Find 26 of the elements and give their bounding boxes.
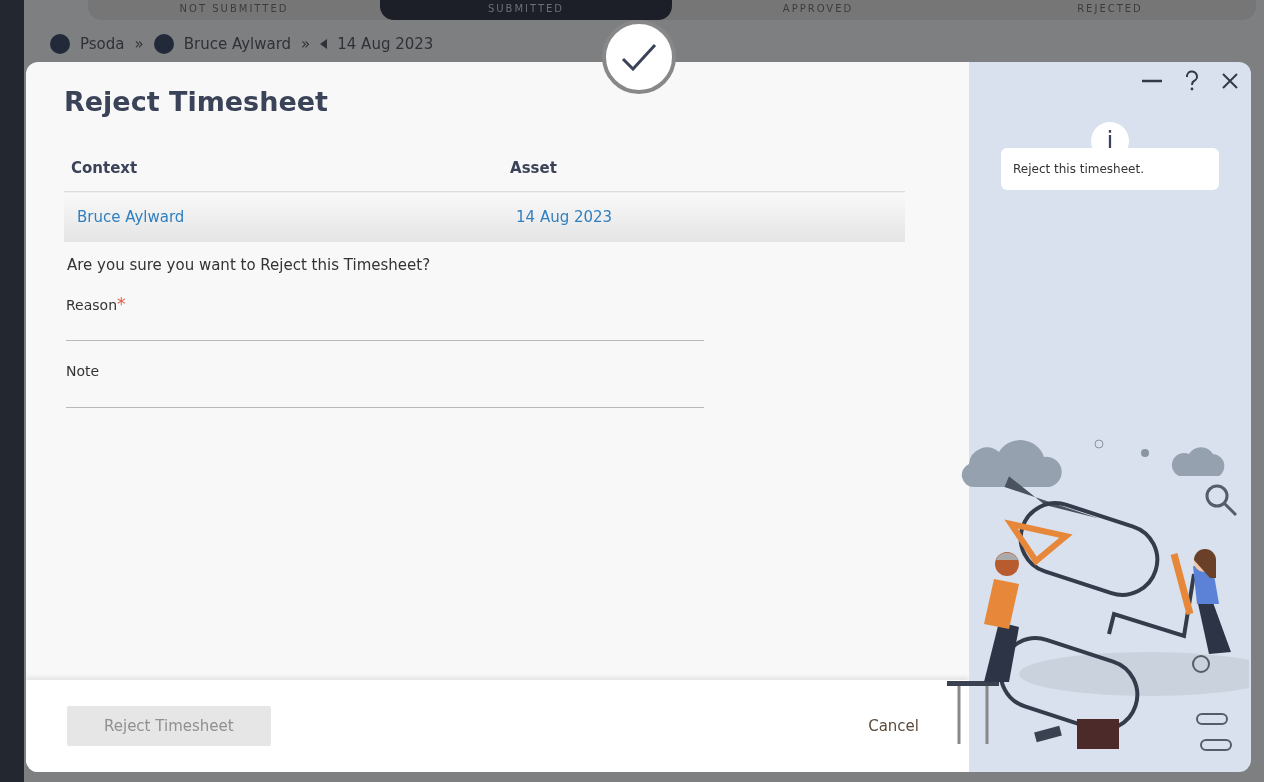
status-tab[interactable]: NOT SUBMITTED — [88, 0, 380, 20]
avatar-icon — [50, 34, 70, 54]
column-header: Asset — [503, 159, 905, 192]
breadcrumb-link[interactable]: 14 Aug 2023 — [337, 35, 434, 53]
breadcrumb-separator: » — [301, 35, 311, 53]
breadcrumb-link[interactable]: Bruce Aylward — [183, 35, 292, 53]
status-tab[interactable]: SUBMITTED — [380, 0, 672, 20]
status-tab[interactable]: REJECTED — [964, 0, 1256, 20]
table-link-cell[interactable]: 14 Aug 2023 — [503, 191, 905, 242]
dialog-title: Reject Timesheet — [64, 86, 329, 117]
table-link-cell[interactable]: Bruce Aylward — [64, 191, 504, 242]
breadcrumb-link[interactable]: Psoda — [80, 35, 125, 53]
input-field[interactable]: Reason* — [66, 294, 704, 341]
confirmation-question: Are you sure you want to Reject this Timesheet? — [67, 256, 432, 274]
cancel-link[interactable]: Cancel — [868, 717, 919, 735]
field-label: Reason — [66, 297, 118, 313]
avatar-icon — [153, 34, 174, 54]
help-icon[interactable] — [1185, 70, 1199, 92]
column-header: Context — [64, 159, 504, 192]
field-label: Note — [66, 363, 100, 379]
input-field[interactable]: Note — [66, 361, 704, 408]
info-tip: Reject this timesheet. — [1001, 148, 1219, 190]
status-tab[interactable]: APPROVED — [672, 0, 964, 20]
breadcrumb-separator: » — [134, 35, 144, 53]
required-marker: * — [117, 294, 126, 314]
caret-left-icon — [320, 39, 328, 49]
